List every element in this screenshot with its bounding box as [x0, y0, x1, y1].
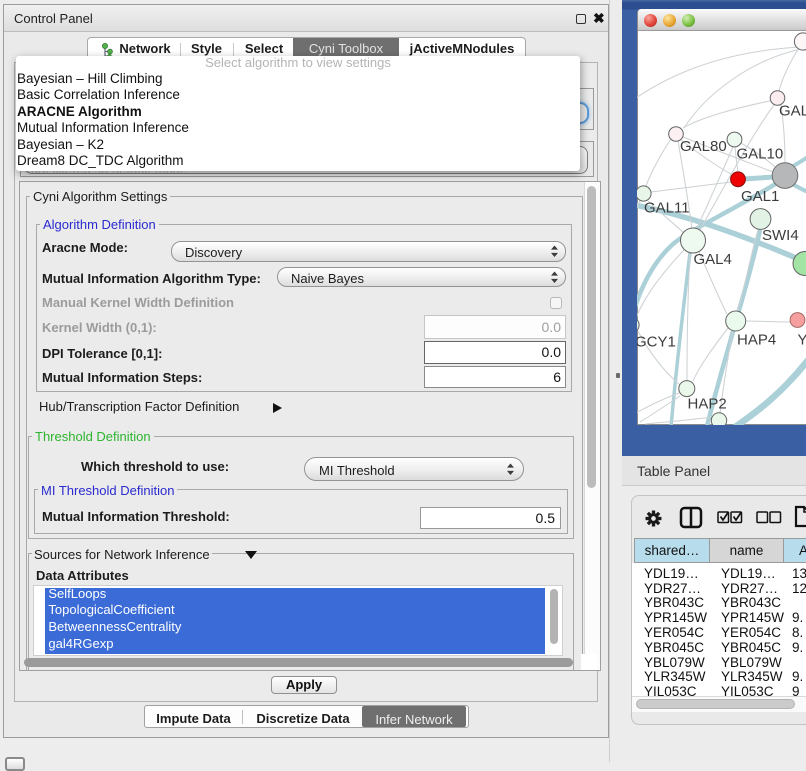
- svg-text:GCY1: GCY1: [637, 334, 676, 351]
- svg-text:SWI4: SWI4: [762, 227, 799, 244]
- svg-text:GAL11: GAL11: [644, 200, 690, 217]
- svg-text:GAL10: GAL10: [737, 146, 784, 163]
- svg-text:GAL1: GAL1: [741, 188, 779, 205]
- svg-text:GAL80: GAL80: [680, 138, 727, 155]
- svg-text:Y: Y: [798, 332, 806, 349]
- svg-text:GAL7: GAL7: [779, 103, 806, 120]
- svg-text:GAL4: GAL4: [694, 251, 732, 268]
- svg-text:HAP2: HAP2: [688, 396, 727, 413]
- svg-text:HAP4: HAP4: [737, 332, 776, 349]
